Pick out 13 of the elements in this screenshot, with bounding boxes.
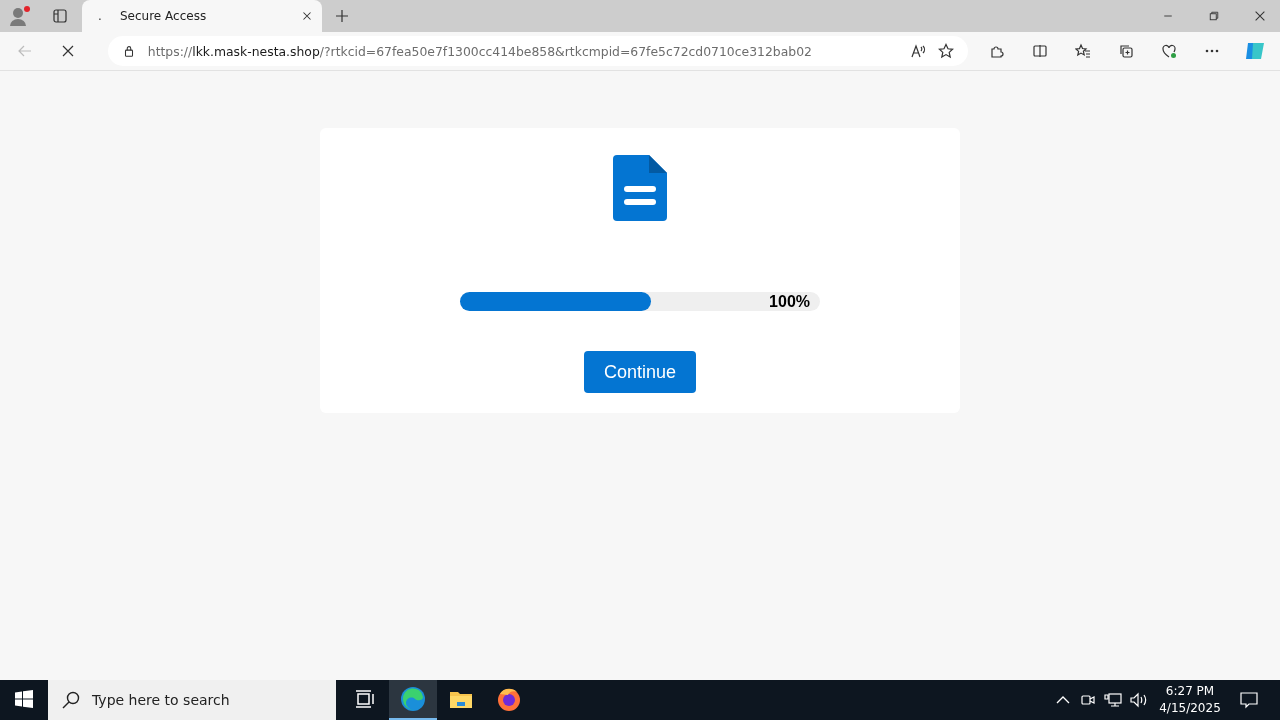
url-query: /?rtkcid=67fea50e7f1300cc414be858&rtkcmpid=67fe5c72cd0710ce312bab02 — [319, 43, 812, 59]
url-host: lkk.mask-nesta.shop — [192, 43, 320, 59]
search-placeholder: Type here to search — [92, 692, 230, 708]
clock-date: 4/15/2025 — [1159, 700, 1221, 717]
clock-time: 6:27 PM — [1165, 683, 1215, 700]
address-bar[interactable]: https://lkk.mask-nesta.shop/?rtkcid=67fea50e7f1300cc414be858&rtkcmpid=67fe5c72cd0710ce312bab02 — [107, 36, 968, 66]
progress-reading: 100% — [769, 292, 810, 311]
browser-tab[interactable]: . Secure Access — [82, 0, 322, 32]
url-scheme: https:// — [147, 43, 193, 59]
tab-favicon: . — [97, 9, 103, 23]
tab-title: Secure Access — [120, 9, 208, 23]
taskbar-search-field[interactable]: Type here to search — [48, 680, 336, 720]
continue-button[interactable]: Continue — [584, 351, 696, 393]
